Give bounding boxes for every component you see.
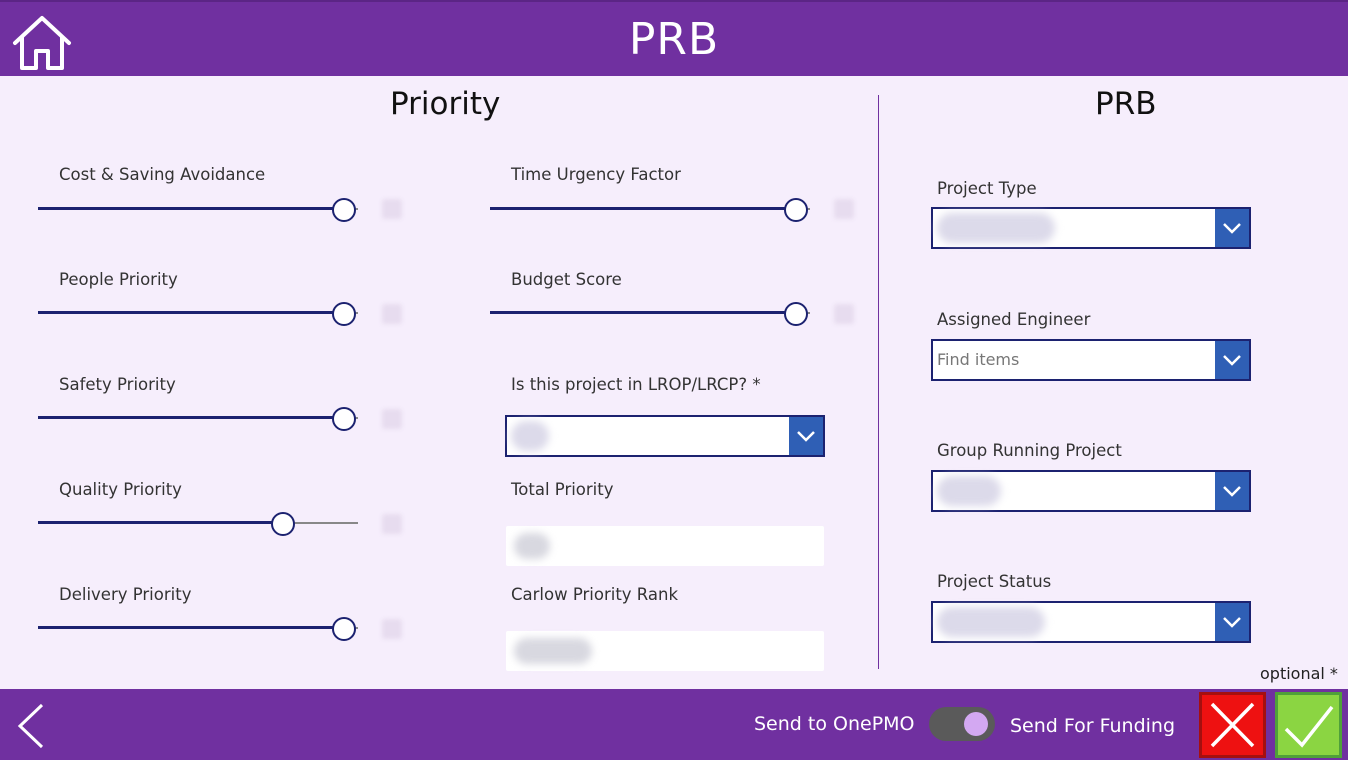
slider-thumb[interactable] [332, 407, 356, 431]
header-bar: PRB [0, 0, 1348, 76]
safety-priority-value [382, 409, 402, 429]
carlow-rank-value [514, 638, 592, 664]
assigned-engineer-label: Assigned Engineer [937, 310, 1091, 329]
confirm-button[interactable] [1275, 692, 1342, 758]
close-icon[interactable] [1202, 695, 1263, 755]
slider-thumb[interactable] [332, 302, 356, 326]
delivery-priority-label: Delivery Priority [59, 585, 192, 604]
toggle-knob[interactable] [964, 712, 988, 736]
chevron-left-icon[interactable] [16, 703, 46, 749]
project-type-dropdown[interactable] [931, 207, 1251, 249]
page-title: PRB [628, 14, 720, 65]
slider-thumb[interactable] [332, 617, 356, 641]
back-button[interactable] [16, 703, 46, 749]
delivery-priority-value [382, 619, 402, 639]
cost-saving-value [382, 199, 402, 219]
group-running-label: Group Running Project [937, 441, 1122, 460]
total-priority-value [514, 533, 550, 559]
chevron-down-icon[interactable] [1215, 341, 1249, 379]
project-type-selected-value [937, 213, 1055, 243]
carlow-rank-field [506, 631, 824, 671]
project-status-dropdown[interactable] [931, 601, 1251, 643]
project-type-label: Project Type [937, 179, 1037, 198]
slider-thumb[interactable] [784, 302, 808, 326]
time-urgency-slider[interactable] [490, 195, 810, 225]
project-status-selected-value [937, 607, 1045, 637]
carlow-rank-label: Carlow Priority Rank [511, 585, 679, 604]
footer-bar: Send to OnePMO Send For Funding [0, 689, 1348, 760]
send-onepmo-label: Send to OnePMO [754, 713, 915, 735]
safety-priority-slider[interactable] [38, 404, 358, 434]
send-funding-toggle[interactable] [929, 707, 995, 741]
chevron-down-icon[interactable] [1215, 472, 1249, 510]
group-running-selected-value [937, 476, 1001, 506]
budget-score-label: Budget Score [511, 270, 622, 289]
budget-score-value [834, 304, 854, 324]
total-priority-field [506, 526, 824, 566]
section-divider [878, 95, 879, 669]
assigned-engineer-combobox[interactable]: Find items [931, 339, 1251, 381]
chevron-down-icon[interactable] [1215, 603, 1249, 641]
total-priority-label: Total Priority [511, 480, 614, 499]
assigned-engineer-input[interactable]: Find items [937, 350, 1019, 369]
quality-priority-value [382, 514, 402, 534]
quality-priority-slider[interactable] [38, 509, 358, 539]
slider-thumb[interactable] [332, 198, 356, 222]
prb-section-title: PRB [1095, 86, 1157, 122]
people-priority-label: People Priority [59, 270, 178, 289]
group-running-dropdown[interactable] [931, 470, 1251, 512]
delivery-priority-slider[interactable] [38, 614, 358, 644]
chevron-down-icon[interactable] [789, 417, 823, 455]
cancel-button[interactable] [1199, 692, 1266, 758]
priority-section-title: Priority [390, 86, 501, 122]
lrop-dropdown[interactable] [505, 415, 825, 457]
slider-thumb[interactable] [784, 198, 808, 222]
checkmark-icon[interactable] [1278, 695, 1339, 755]
slider-thumb[interactable] [270, 512, 295, 536]
time-urgency-label: Time Urgency Factor [511, 165, 681, 184]
lrop-selected-value [511, 421, 549, 451]
send-funding-label: Send For Funding [1010, 715, 1176, 737]
people-priority-slider[interactable] [38, 299, 358, 329]
cost-saving-slider[interactable] [38, 195, 358, 225]
quality-priority-label: Quality Priority [59, 480, 182, 499]
time-urgency-value [834, 199, 854, 219]
optional-note: optional * [1260, 664, 1338, 683]
lrop-label: Is this project in LROP/LRCP? * [511, 375, 761, 394]
budget-score-slider[interactable] [490, 299, 810, 329]
people-priority-value [382, 304, 402, 324]
cost-saving-label: Cost & Saving Avoidance [59, 165, 266, 184]
project-status-label: Project Status [937, 572, 1052, 591]
safety-priority-label: Safety Priority [59, 375, 176, 394]
chevron-down-icon[interactable] [1215, 209, 1249, 247]
